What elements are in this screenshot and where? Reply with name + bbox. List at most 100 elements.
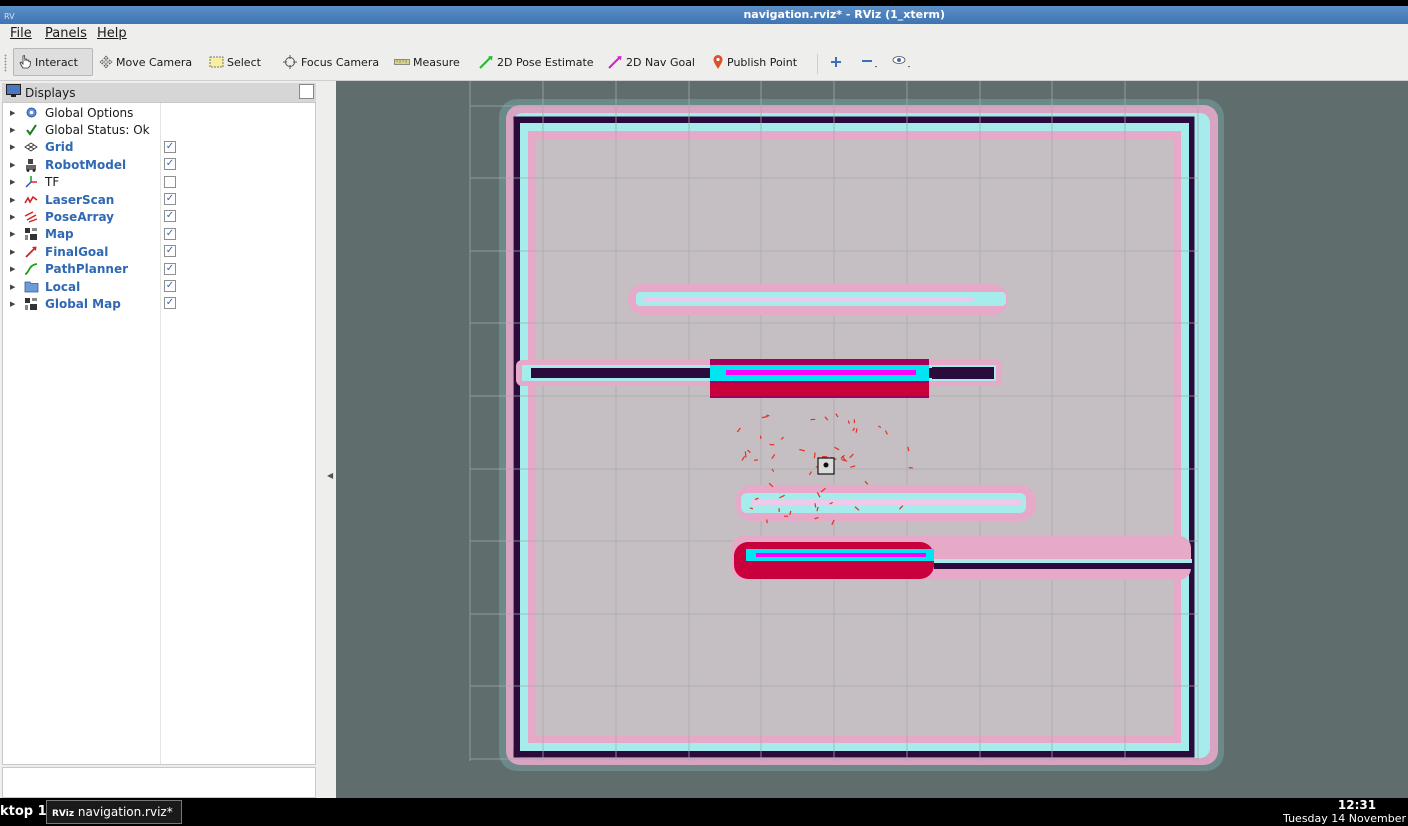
- render-viewport[interactable]: [336, 81, 1408, 798]
- display-enable-checkbox[interactable]: [164, 175, 176, 188]
- property-description-box: [2, 767, 316, 798]
- display-enable-checkbox[interactable]: ✓: [164, 245, 176, 258]
- display-enable-checkbox[interactable]: ✓: [164, 297, 176, 310]
- display-item-local[interactable]: ▶ Local: [3, 278, 315, 295]
- display-item-grid[interactable]: ▶ Grid: [3, 139, 315, 156]
- display-item-laserscan[interactable]: ▶ LaserScan: [3, 191, 315, 208]
- robot-center: [823, 462, 829, 468]
- menu-help[interactable]: Help: [97, 26, 127, 41]
- laser-icon: [22, 194, 40, 206]
- nav-goal-label: 2D Nav Goal: [626, 55, 695, 69]
- move-camera-tool-button[interactable]: Move Camera: [94, 48, 197, 76]
- map-render[interactable]: [336, 81, 1408, 798]
- display-enable-checkbox[interactable]: ✓: [164, 280, 176, 292]
- expand-arrow-icon[interactable]: ▶: [10, 265, 19, 273]
- display-item-tf[interactable]: ▶ TF: [3, 174, 315, 191]
- expand-arrow-icon[interactable]: ▶: [10, 213, 19, 221]
- expand-arrow-icon[interactable]: ▶: [10, 300, 19, 308]
- display-enable-checkbox[interactable]: ✓: [164, 227, 176, 240]
- display-item-label: Map: [45, 227, 74, 242]
- pose-estimate-tool-button[interactable]: 2D Pose Estimate: [473, 48, 599, 76]
- map-icon: [22, 227, 40, 241]
- taskbar-rviz-button[interactable]: RViz navigation.rviz* -...: [46, 800, 182, 824]
- window-titlebar: RV navigation.rviz* - RViz (1_xterm): [0, 0, 1408, 24]
- expand-arrow-icon[interactable]: ▶: [10, 283, 19, 291]
- display-item-global-status-ok[interactable]: ▶ Global Status: Ok: [3, 121, 315, 138]
- particle-pose: [744, 451, 747, 458]
- particle-pose: [907, 446, 910, 452]
- clock-time: 12:31: [1337, 798, 1377, 812]
- tool-properties-button[interactable]: [887, 48, 920, 76]
- window-title-strip[interactable]: RV navigation.rviz* - RViz (1_xterm): [0, 6, 1408, 24]
- expand-arrow-icon[interactable]: ▶: [10, 126, 19, 134]
- display-item-label: FinalGoal: [45, 244, 109, 259]
- particle-pose: [855, 428, 858, 433]
- display-item-finalgoal[interactable]: ▶ FinalGoal: [3, 243, 315, 260]
- map-pin-icon: [712, 54, 724, 70]
- publish-point-tool-button[interactable]: Publish Point: [707, 48, 802, 76]
- expand-arrow-icon[interactable]: ▶: [10, 178, 19, 186]
- particle-pose: [766, 414, 770, 417]
- pose-estimate-label: 2D Pose Estimate: [497, 55, 594, 69]
- menu-help-label: Help: [97, 26, 127, 41]
- display-enable-checkbox[interactable]: ✓: [164, 262, 176, 275]
- crosshair-icon: [282, 54, 298, 70]
- window-title: navigation.rviz* - RViz (1_xterm): [743, 8, 945, 21]
- displays-panel: Displays ▶ Global Options ▶ Global Status: …: [0, 81, 318, 798]
- particle-pose: [759, 435, 762, 439]
- display-item-robotmodel[interactable]: ▶ RobotModel: [3, 156, 315, 173]
- menu-file[interactable]: File: [10, 26, 32, 41]
- expand-arrow-icon[interactable]: ▶: [10, 248, 19, 256]
- toolbar-separator: [817, 54, 818, 74]
- expand-arrow-icon[interactable]: ▶: [10, 109, 19, 117]
- measure-tool-button[interactable]: Measure: [389, 48, 465, 76]
- add-tool-button[interactable]: [825, 48, 850, 76]
- ruler-icon: [394, 58, 410, 66]
- panel-splitter[interactable]: [318, 81, 336, 798]
- expand-arrow-icon[interactable]: ▶: [10, 161, 19, 169]
- grid-icon: [22, 142, 40, 152]
- desktop-label[interactable]: ktop 1: [0, 804, 47, 819]
- interact-tool-button[interactable]: Interact: [13, 48, 93, 76]
- remove-tool-button[interactable]: [856, 48, 887, 76]
- expand-arrow-icon[interactable]: ▶: [10, 143, 19, 151]
- obstacle-red-band: [710, 383, 929, 396]
- display-enable-checkbox[interactable]: ✓: [164, 158, 176, 171]
- clock[interactable]: 12:31 Tuesday 14 November: [1268, 798, 1408, 825]
- displays-panel-header: Displays: [2, 83, 316, 102]
- lower-wall: [934, 563, 1192, 569]
- display-item-label: Global Status: Ok: [45, 122, 150, 137]
- display-item-posearray[interactable]: ▶ PoseArray: [3, 208, 315, 225]
- magenta-arrow-icon: [607, 55, 623, 69]
- interact-label: Interact: [35, 55, 78, 69]
- undock-button[interactable]: [299, 84, 314, 99]
- menu-file-label: File: [10, 26, 32, 41]
- display-item-label: Global Options: [45, 105, 134, 120]
- display-item-label: Global Map: [45, 296, 121, 311]
- lower-obstacle-magenta-stripe: [756, 553, 926, 557]
- menu-panels[interactable]: Panels: [45, 26, 87, 41]
- toolbar-grip[interactable]: [4, 54, 7, 72]
- display-enable-checkbox[interactable]: ✓: [164, 210, 176, 223]
- focus-camera-label: Focus Camera: [301, 55, 380, 69]
- display-item-pathplanner[interactable]: ▶ PathPlanner: [3, 261, 315, 278]
- obstacle-magenta-stripe: [726, 370, 916, 375]
- monitor-icon: [6, 84, 21, 101]
- menubar: File Panels Help: [0, 24, 1408, 44]
- measure-label: Measure: [413, 55, 460, 69]
- display-item-global-map[interactable]: ▶ Global Map: [3, 295, 315, 312]
- select-tool-button[interactable]: Select: [204, 48, 266, 76]
- select-label: Select: [227, 55, 261, 69]
- displays-tree: ▶ Global Options ▶ Global Status: Ok ▶ Grid ✓ ▶…: [2, 102, 316, 765]
- collapse-arrow-icon[interactable]: ◀: [327, 471, 333, 480]
- display-item-global-options[interactable]: ▶ Global Options: [3, 104, 315, 121]
- nav-goal-tool-button[interactable]: 2D Nav Goal: [602, 48, 700, 76]
- gear-icon: [22, 106, 40, 119]
- expand-arrow-icon[interactable]: ▶: [10, 196, 19, 204]
- display-item-map[interactable]: ▶ Map: [3, 226, 315, 243]
- display-enable-checkbox[interactable]: ✓: [164, 140, 176, 153]
- focus-camera-tool-button[interactable]: Focus Camera: [277, 48, 384, 76]
- select-box-icon: [209, 56, 224, 68]
- display-enable-checkbox[interactable]: ✓: [164, 193, 176, 205]
- expand-arrow-icon[interactable]: ▶: [10, 230, 19, 238]
